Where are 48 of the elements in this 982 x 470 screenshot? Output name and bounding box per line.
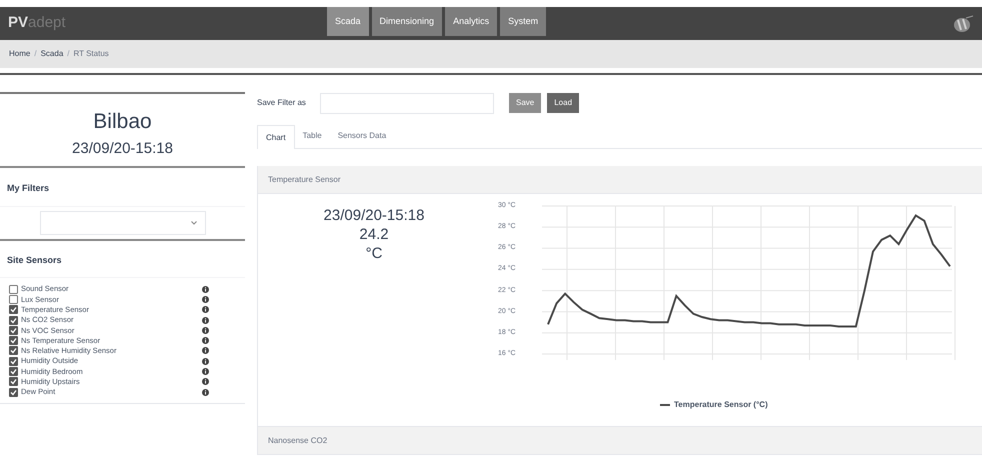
nav-tab[interactable]: Dimensioning xyxy=(372,7,442,36)
info-icon[interactable] xyxy=(202,378,209,386)
site-timestamp: 23/09/20-15:18 xyxy=(72,138,173,158)
info-icon[interactable] xyxy=(202,347,209,354)
checkbox[interactable] xyxy=(9,367,18,376)
view-tab[interactable]: Sensors Data xyxy=(330,124,394,148)
checkbox[interactable] xyxy=(9,336,18,346)
info-icon[interactable] xyxy=(202,296,209,303)
checkbox[interactable] xyxy=(9,316,18,325)
panel-title: Temperature Sensor xyxy=(268,174,340,186)
nav-tab[interactable]: Analytics xyxy=(445,7,498,36)
info-icon[interactable] xyxy=(202,388,209,396)
checkbox[interactable] xyxy=(9,326,18,335)
info-icon[interactable] xyxy=(202,368,209,376)
info-icon[interactable] xyxy=(202,337,209,344)
panel-title: Nanosense CO2 xyxy=(268,434,328,446)
checkbox[interactable] xyxy=(9,377,18,386)
filter-button[interactable]: Save xyxy=(509,93,542,113)
checkbox[interactable] xyxy=(9,346,18,356)
view-tab[interactable]: Table xyxy=(294,124,330,148)
breadcrumb-link[interactable]: Home xyxy=(9,48,30,60)
section-title: My Filters xyxy=(7,183,50,193)
chevron-down-icon xyxy=(190,221,196,225)
section-title: Site Sensors xyxy=(7,255,62,265)
checkbox[interactable] xyxy=(9,305,18,314)
nav-tab[interactable]: Scada xyxy=(327,7,369,36)
checkbox[interactable] xyxy=(9,294,18,304)
info-icon[interactable] xyxy=(202,358,209,365)
info-icon[interactable] xyxy=(202,306,209,314)
filter-name-field[interactable] xyxy=(320,92,494,114)
breadcrumb-separator: / xyxy=(67,48,70,60)
info-icon[interactable] xyxy=(202,316,209,324)
breadcrumb-link[interactable]: Scada xyxy=(40,48,64,60)
nav-tab[interactable]: System xyxy=(500,7,546,36)
reading-unit: °C xyxy=(366,244,382,263)
save-filter-label: Save Filter as xyxy=(257,97,307,109)
reading-value: 24.2 xyxy=(359,225,389,244)
reading-timestamp: 23/09/20-15:18 xyxy=(324,206,424,225)
view-tab[interactable]: Chart xyxy=(257,125,295,149)
checkbox[interactable] xyxy=(9,388,18,397)
site-name: Bilbao xyxy=(93,109,152,135)
legend-label: Temperature Sensor (°C) xyxy=(674,399,768,411)
info-icon[interactable] xyxy=(202,286,209,293)
info-icon[interactable] xyxy=(202,326,209,334)
checkbox[interactable] xyxy=(9,284,18,294)
checkbox[interactable] xyxy=(9,356,18,366)
filter-button[interactable]: Load xyxy=(547,93,580,113)
breadcrumb-separator: / xyxy=(34,48,37,60)
